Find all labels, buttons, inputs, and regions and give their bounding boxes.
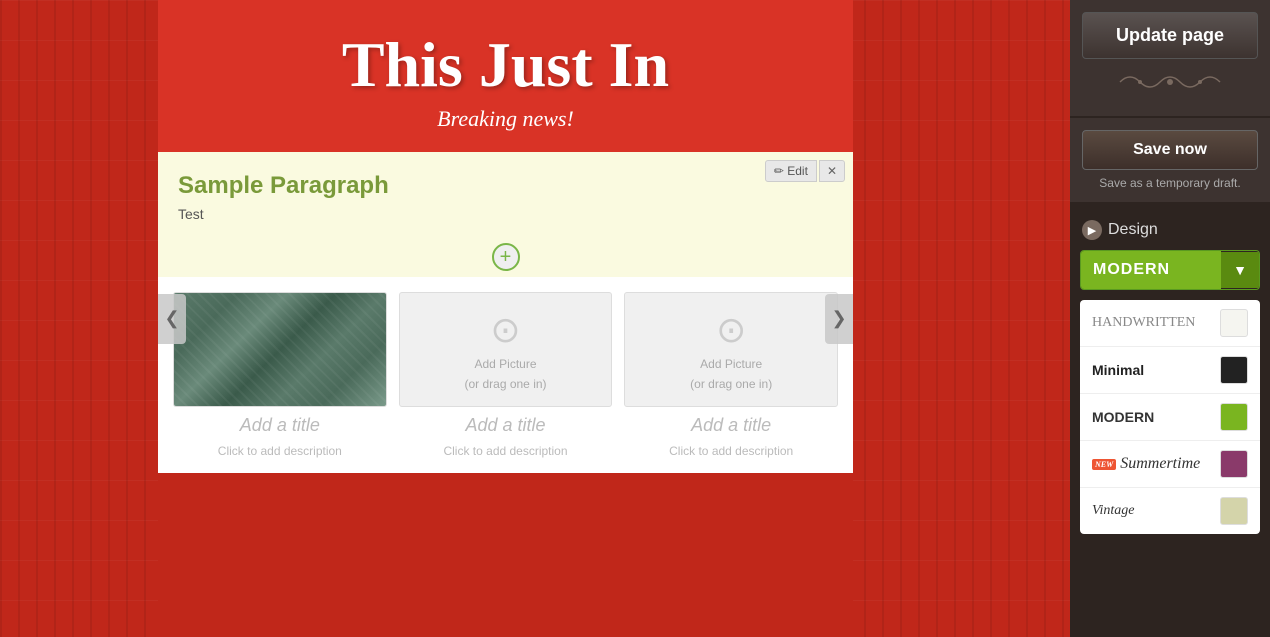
- design-header: ▶ Design: [1070, 214, 1270, 250]
- ornament-decoration: [1082, 67, 1258, 104]
- theme-name-handwritten: HANDWRITTEN: [1092, 315, 1195, 331]
- edit-bar: ✏ Edit ✕: [765, 160, 845, 182]
- theme-swatch-modern: [1220, 403, 1248, 431]
- theme-item-minimal[interactable]: Minimal: [1080, 347, 1260, 394]
- placeholder-text-3a: Add Picture: [700, 357, 762, 371]
- placeholder-content: ⊙ Add Picture (or drag one in): [690, 309, 772, 391]
- update-page-button[interactable]: Update page: [1082, 12, 1258, 59]
- theme-swatch-minimal: [1220, 356, 1248, 384]
- paragraph-section: Sample Paragraph Test: [158, 152, 853, 237]
- gallery-item: ⊙ Add Picture (or drag one in) Add a tit…: [624, 292, 838, 458]
- nav-arrow-right[interactable]: ❯: [825, 294, 853, 344]
- theme-item-summertime[interactable]: NEWSummertime: [1080, 441, 1260, 488]
- add-section-area: +: [158, 237, 853, 277]
- gallery-item-desc-1[interactable]: Click to add description: [218, 444, 342, 458]
- theme-list: HANDWRITTEN Minimal MODERN NEWSummertime…: [1080, 300, 1260, 534]
- paragraph-text: Test: [178, 206, 833, 222]
- add-section-button[interactable]: +: [492, 243, 520, 271]
- right-panel: Update page Save now Save as a temporary…: [1070, 0, 1270, 637]
- placeholder-content: ⊙ Add Picture (or drag one in): [464, 309, 546, 391]
- gallery-placeholder-2[interactable]: ⊙ Add Picture (or drag one in): [399, 292, 613, 407]
- site-subtitle: Breaking news!: [178, 106, 833, 132]
- current-theme-label: MODERN: [1081, 251, 1221, 289]
- gallery-item-title-1[interactable]: Add a title: [240, 415, 320, 436]
- theme-swatch-summertime: [1220, 450, 1248, 478]
- gallery-item-desc-3[interactable]: Click to add description: [669, 444, 793, 458]
- gallery-item: Add a title Click to add description: [173, 292, 387, 458]
- content-block: ✏ Edit ✕ Sample Paragraph Test + Add a t…: [158, 152, 853, 473]
- placeholder-text-3b: (or drag one in): [690, 377, 772, 391]
- right-arrow-icon: ❯: [831, 308, 846, 329]
- theme-dropdown-arrow[interactable]: ▼: [1221, 252, 1259, 288]
- gallery-item-desc-2[interactable]: Click to add description: [443, 444, 567, 458]
- new-badge: NEW: [1092, 459, 1116, 470]
- design-icon: ▶: [1082, 220, 1102, 240]
- nav-arrow-left[interactable]: ❮: [158, 294, 186, 344]
- design-label: Design: [1108, 221, 1158, 239]
- theme-name-vintage: Vintage: [1092, 503, 1135, 519]
- paragraph-title: Sample Paragraph: [178, 172, 833, 200]
- main-content-area: This Just In Breaking news! ❮ ❯ ✏ Edit ✕…: [158, 0, 853, 637]
- gallery-section: Add a title Click to add description ⊙ A…: [158, 277, 853, 473]
- theme-swatch-vintage: [1220, 497, 1248, 525]
- site-title: This Just In: [178, 30, 833, 100]
- edit-button[interactable]: ✏ Edit: [765, 160, 817, 182]
- left-arrow-icon: ❮: [164, 308, 179, 329]
- theme-item-handwritten[interactable]: HANDWRITTEN: [1080, 300, 1260, 347]
- camera-icon: ⊙: [490, 309, 520, 351]
- theme-name-summertime: NEWSummertime: [1092, 455, 1200, 473]
- save-section: Save now Save as a temporary draft.: [1070, 118, 1270, 202]
- gallery-item-title-3[interactable]: Add a title: [691, 415, 771, 436]
- gallery-item-title-2[interactable]: Add a title: [465, 415, 545, 436]
- update-page-section: Update page: [1070, 0, 1270, 116]
- gallery-item: ⊙ Add Picture (or drag one in) Add a tit…: [399, 292, 613, 458]
- gallery-placeholder-3[interactable]: ⊙ Add Picture (or drag one in): [624, 292, 838, 407]
- save-now-button[interactable]: Save now: [1082, 130, 1258, 170]
- close-button[interactable]: ✕: [819, 160, 845, 182]
- theme-name-modern: MODERN: [1092, 409, 1154, 425]
- camera-icon: ⊙: [716, 309, 746, 351]
- theme-item-modern[interactable]: MODERN: [1080, 394, 1260, 441]
- theme-swatch-handwritten: [1220, 309, 1248, 337]
- gallery-image-1[interactable]: [173, 292, 387, 407]
- placeholder-text-2b: (or drag one in): [464, 377, 546, 391]
- placeholder-text-2a: Add Picture: [474, 357, 536, 371]
- save-draft-label: Save as a temporary draft.: [1082, 176, 1258, 190]
- site-header: This Just In Breaking news!: [158, 0, 853, 152]
- theme-item-vintage[interactable]: Vintage: [1080, 488, 1260, 534]
- theme-name-minimal: Minimal: [1092, 362, 1144, 378]
- theme-dropdown[interactable]: MODERN ▼: [1080, 250, 1260, 290]
- real-image: [174, 293, 386, 406]
- design-section: ▶ Design MODERN ▼ HANDWRITTEN Minimal MO…: [1070, 204, 1270, 544]
